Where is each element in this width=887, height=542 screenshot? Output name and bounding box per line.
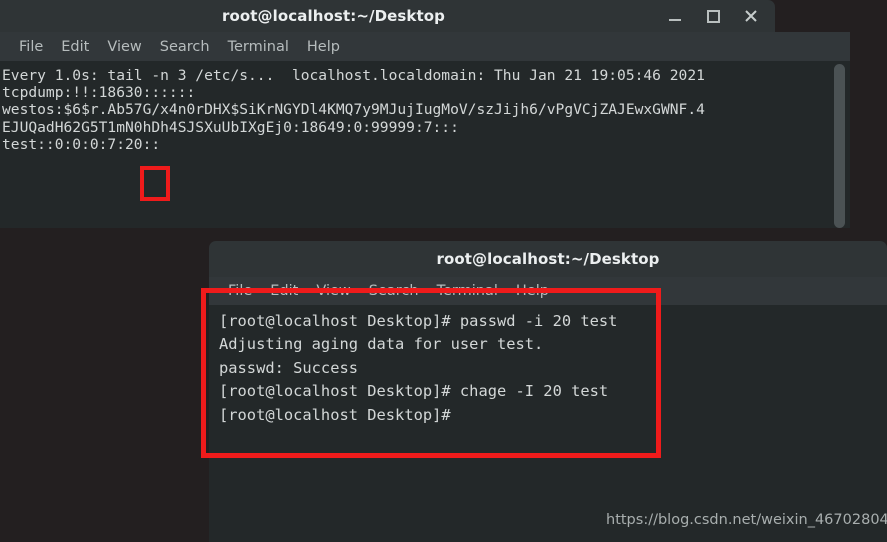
window-controls-back <box>667 8 775 24</box>
menu-edit-back[interactable]: Edit <box>52 39 98 55</box>
menu-search-front[interactable]: Search <box>360 283 428 299</box>
terminal-line: Every 1.0s: tail -n 3 /etc/s... localhos… <box>2 67 705 84</box>
minimize-icon[interactable] <box>667 8 683 24</box>
terminal-output-back[interactable]: Every 1.0s: tail -n 3 /etc/s... localhos… <box>0 61 850 228</box>
watermark-text: https://blog.csdn.net/weixin_46702804 <box>606 512 887 528</box>
terminal-line: westos:$6$r.Ab57G/x4n0rDHX$SiKrNGYDl4KMQ… <box>2 101 705 119</box>
window-titlebar-back[interactable]: root@localhost:~/Desktop <box>0 0 775 32</box>
menu-view-back[interactable]: View <box>98 39 150 55</box>
window-title-back: root@localhost:~/Desktop <box>221 7 446 25</box>
terminal-line: passwd: Success <box>219 358 358 377</box>
menu-help-back[interactable]: Help <box>298 39 349 55</box>
menubar-back[interactable]: File Edit View Search Terminal Help <box>0 32 850 61</box>
desktop-background: root@localhost:~/Desktop File Edit View … <box>0 0 887 542</box>
menu-file-back[interactable]: File <box>10 39 52 55</box>
terminal-line: EJUQadH62G5T1mN0hDh4SJSXuUbIXgEj0:18649:… <box>2 118 459 136</box>
vertical-scrollbar-back[interactable] <box>834 64 845 228</box>
menu-help-front[interactable]: Help <box>507 283 558 299</box>
close-icon[interactable] <box>743 8 759 24</box>
menu-search-back[interactable]: Search <box>151 39 219 55</box>
terminal-output-front[interactable]: [root@localhost Desktop]# passwd -i 20 t… <box>209 305 887 542</box>
menubar-front[interactable]: File Edit View Search Terminal Help <box>209 277 887 305</box>
menu-file-front[interactable]: File <box>219 283 261 299</box>
terminal-line: Adjusting aging data for user test. <box>219 335 544 354</box>
menu-terminal-front[interactable]: Terminal <box>428 283 507 299</box>
window-titlebar-front[interactable]: root@localhost:~/Desktop <box>209 241 887 277</box>
terminal-window-watch[interactable]: root@localhost:~/Desktop File Edit View … <box>0 0 850 228</box>
menu-edit-front[interactable]: Edit <box>261 283 307 299</box>
terminal-line: [root@localhost Desktop]# <box>219 405 451 424</box>
terminal-line: [root@localhost Desktop]# chage -I 20 te… <box>219 382 609 401</box>
terminal-line: [root@localhost Desktop]# passwd -i 20 t… <box>219 312 618 330</box>
terminal-line: test::0:0:0:7:20:: <box>2 135 161 153</box>
menu-view-front[interactable]: View <box>307 283 359 299</box>
terminal-line: tcpdump:!!:18630:::::: <box>2 84 196 102</box>
terminal-window-commands[interactable]: root@localhost:~/Desktop File Edit View … <box>209 241 887 542</box>
window-title-front: root@localhost:~/Desktop <box>436 250 660 268</box>
menu-terminal-back[interactable]: Terminal <box>219 39 298 55</box>
maximize-icon[interactable] <box>705 8 721 24</box>
